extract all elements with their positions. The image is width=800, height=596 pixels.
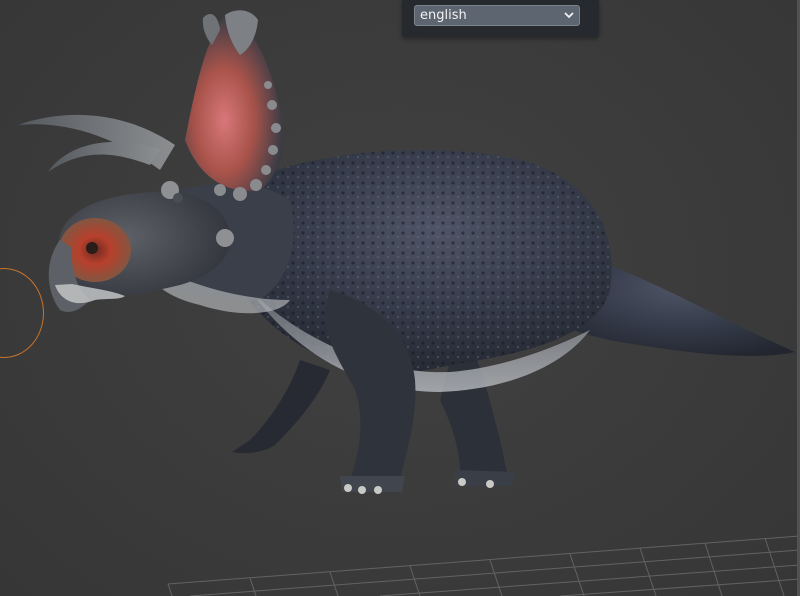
language-select[interactable]: english bbox=[414, 5, 580, 26]
chevron-down-icon bbox=[564, 12, 574, 19]
dinosaur-model[interactable] bbox=[18, 10, 795, 494]
language-panel: english bbox=[402, 0, 599, 37]
language-select-value: english bbox=[420, 8, 467, 23]
floor-grid bbox=[167, 535, 800, 596]
scene-canvas[interactable] bbox=[0, 0, 800, 596]
3d-viewport[interactable]: english bbox=[0, 0, 800, 596]
